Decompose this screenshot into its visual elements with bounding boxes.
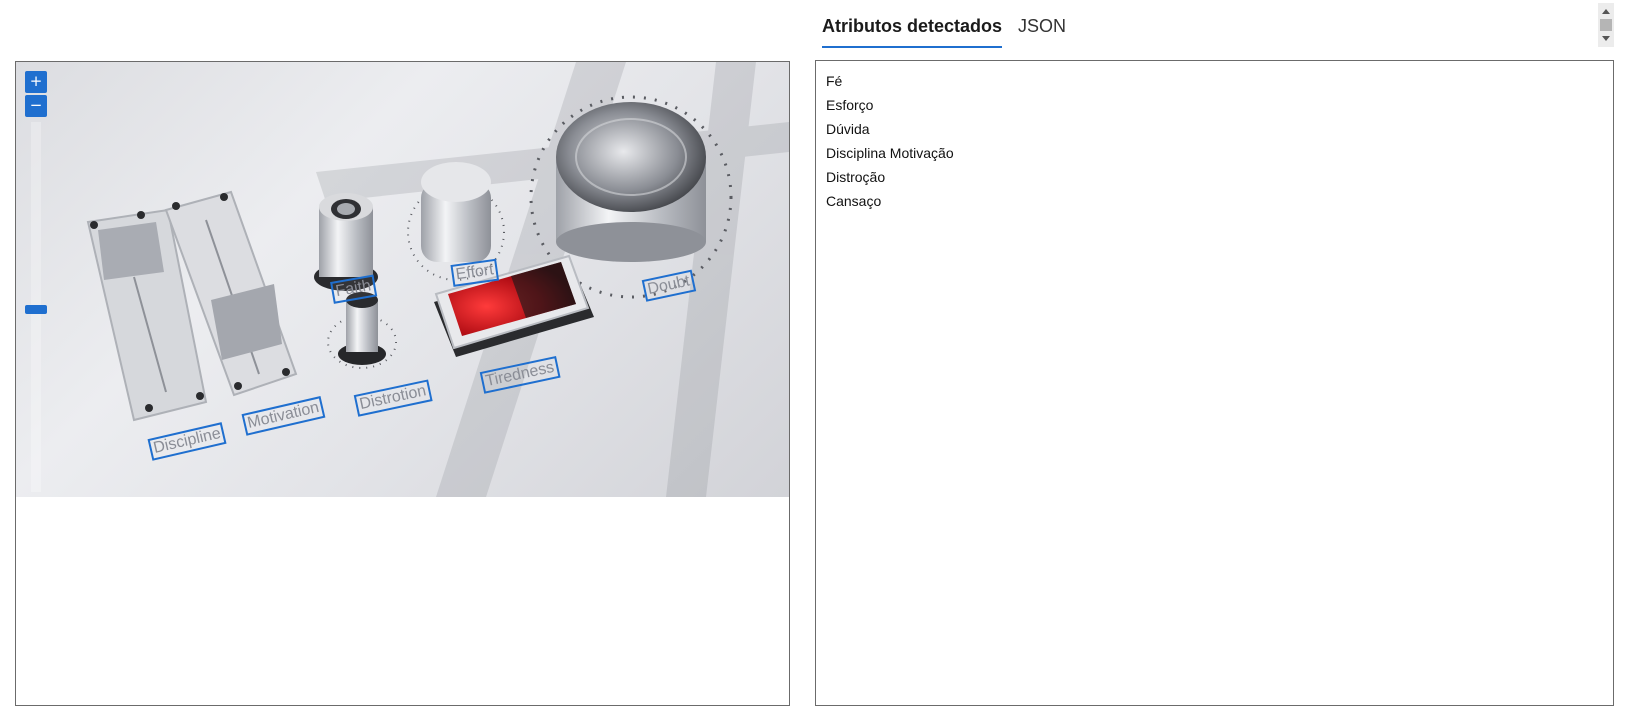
attribute-item: Fé [826, 73, 843, 89]
tabs-scrollbar[interactable] [1598, 3, 1614, 47]
attribute-item: Disciplina Motivação [826, 145, 954, 161]
zoom-slider-thumb[interactable] [25, 305, 47, 314]
attribute-item: Cansaço [826, 193, 882, 209]
tab-json[interactable]: JSON [1018, 12, 1066, 40]
scroll-down-arrow-icon[interactable] [1602, 36, 1610, 41]
detected-image: Faith Effort Doubt Discipline Motivation… [16, 62, 789, 497]
scroll-thumb[interactable] [1600, 19, 1612, 31]
scroll-up-arrow-icon[interactable] [1602, 9, 1610, 14]
attributes-panel: Fé Esforço Dúvida Disciplina Motivação D… [815, 60, 1614, 706]
distortion-knob [327, 292, 397, 369]
attributes-list: Fé Esforço Dúvida Disciplina Motivação D… [816, 61, 1613, 213]
attribute-item: Dúvida [826, 121, 870, 137]
zoom-in-button[interactable]: + [25, 71, 47, 93]
zoom-out-button[interactable]: − [25, 95, 47, 117]
attribute-item: Distroção [826, 169, 886, 185]
tab-detected-attributes[interactable]: Atributos detectados [822, 12, 1003, 48]
attribute-item: Esforço [826, 97, 874, 113]
image-viewer[interactable]: Faith Effort Doubt Discipline Motivation… [15, 61, 790, 706]
